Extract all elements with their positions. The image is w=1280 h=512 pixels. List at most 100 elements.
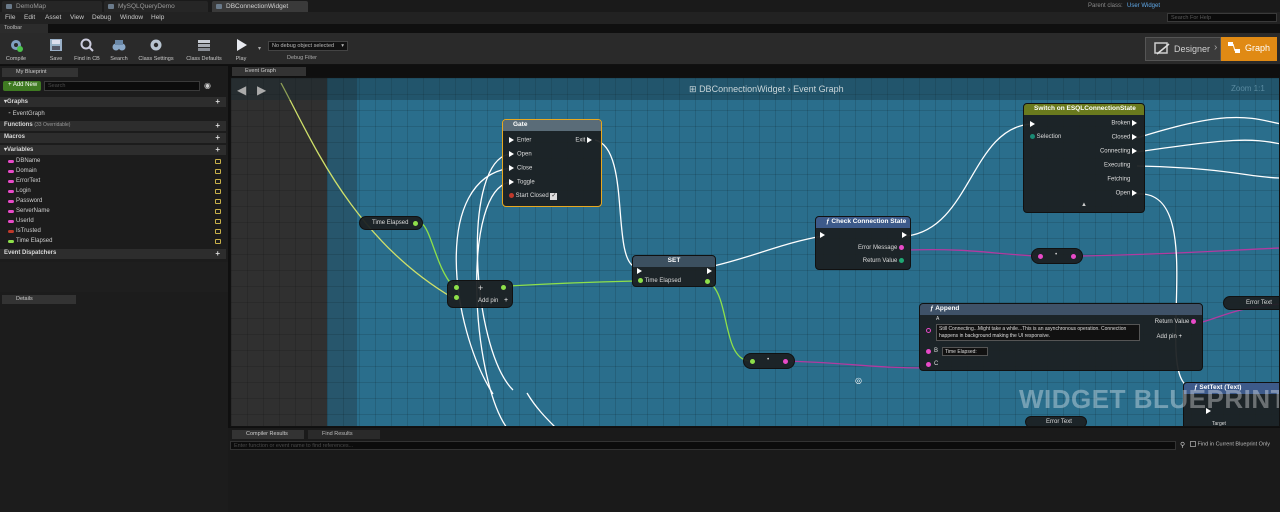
append-a-text-field[interactable]: Still Connecting...Might take a while...… bbox=[936, 324, 1140, 341]
check-connection-state-node[interactable]: ƒ Check Connection State Error Message R… bbox=[815, 216, 911, 270]
add-output-pin[interactable] bbox=[501, 285, 506, 290]
menu-window[interactable]: Window bbox=[120, 14, 143, 21]
add-input-a[interactable] bbox=[454, 285, 459, 290]
gate-pin-toggle[interactable]: Toggle bbox=[509, 179, 535, 186]
check-pin-return-value[interactable]: Return Value bbox=[863, 258, 904, 264]
variable-item[interactable]: Password bbox=[8, 197, 224, 207]
gate-pin-enter[interactable]: Enter bbox=[509, 137, 531, 144]
gate-pin-exit[interactable]: Exit bbox=[575, 137, 595, 144]
variable-item[interactable]: UserId bbox=[8, 217, 224, 227]
compiler-results-tab[interactable]: Compiler Results bbox=[232, 430, 304, 439]
gate-pin-start-closed[interactable]: Start Closed ✓ bbox=[509, 193, 558, 201]
doc-tab-mysqlquerydemo[interactable]: MySQLQueryDemo bbox=[104, 1, 208, 12]
graph-mode-button[interactable]: Graph bbox=[1221, 37, 1277, 61]
macros-section-header[interactable]: Macros + bbox=[0, 133, 226, 143]
append-pin-return-value[interactable]: Return Value bbox=[1155, 319, 1196, 325]
variable-visibility-eye-icon[interactable] bbox=[215, 159, 221, 164]
play-options-chevron-icon[interactable]: ▾ bbox=[258, 45, 261, 52]
menu-debug[interactable]: Debug bbox=[92, 14, 111, 21]
switch-out-executing[interactable]: Executing bbox=[1104, 162, 1140, 169]
switch-out-open[interactable]: Open bbox=[1116, 190, 1140, 197]
variable-visibility-eye-icon[interactable] bbox=[215, 219, 221, 224]
append-b-text-field[interactable]: Time Elapsed: bbox=[942, 347, 988, 356]
to-text-in[interactable] bbox=[750, 359, 755, 364]
time-elapsed-getter-node[interactable]: Time Elapsed bbox=[359, 216, 423, 230]
doc-tab-demomap[interactable]: DemoMap bbox=[2, 1, 102, 12]
debug-object-select[interactable]: No debug object selected ▾ bbox=[268, 41, 348, 51]
switch-out-fetching[interactable]: Fetching bbox=[1107, 176, 1140, 183]
switch-pin-selection[interactable]: Selection bbox=[1030, 134, 1061, 140]
to-text-conversion-node-top[interactable]: • bbox=[1031, 248, 1083, 264]
to-text-conversion-node[interactable]: • bbox=[743, 353, 795, 369]
menu-edit[interactable]: Edit bbox=[24, 14, 35, 21]
settext-pin-target[interactable]: Target bbox=[1212, 421, 1226, 426]
find-search-icon[interactable]: ⚲ bbox=[1180, 441, 1185, 449]
event-graph-canvas[interactable]: ◀ ▶ ⊞ DBConnectionWidget › Event Graph Z… bbox=[230, 77, 1280, 427]
event-dispatchers-section-header[interactable]: Event Dispatchers + bbox=[0, 249, 226, 259]
variable-visibility-eye-icon[interactable] bbox=[215, 169, 221, 174]
variables-section-header[interactable]: ▾Variables + bbox=[0, 145, 226, 155]
doc-tab-dbconnectionwidget[interactable]: DBConnectionWidget bbox=[212, 1, 308, 12]
designer-mode-button[interactable]: Designer › bbox=[1145, 37, 1221, 61]
variable-visibility-eye-icon[interactable] bbox=[215, 239, 221, 244]
breadcrumb-widget[interactable]: DBConnectionWidget bbox=[699, 84, 785, 94]
functions-section-header[interactable]: Functions (33 Overridable) + bbox=[0, 121, 226, 131]
variable-visibility-eye-icon[interactable] bbox=[215, 179, 221, 184]
variable-item[interactable]: IsTrusted bbox=[8, 227, 224, 237]
set-time-elapsed-node[interactable]: SET Time Elapsed bbox=[632, 255, 716, 287]
find-references-input[interactable]: Enter function or event name to find ref… bbox=[230, 441, 1176, 450]
switch-expand-arrow-icon[interactable]: ▲ bbox=[1081, 202, 1087, 208]
add-float-node[interactable]: + Add pin + bbox=[447, 280, 513, 308]
switch-out-closed[interactable]: Closed bbox=[1112, 134, 1140, 141]
add-variable-plus-icon[interactable]: + bbox=[215, 145, 220, 154]
view-options-eye-icon[interactable]: ◉ bbox=[204, 81, 211, 90]
forward-arrow-icon[interactable]: ▶ bbox=[257, 83, 266, 97]
append-pin-c[interactable] bbox=[926, 362, 931, 367]
menu-view[interactable]: View bbox=[70, 14, 84, 21]
add-dispatcher-plus-icon[interactable]: + bbox=[215, 249, 220, 258]
add-new-button[interactable]: + Add New bbox=[3, 81, 41, 91]
switch-exec-in[interactable] bbox=[1030, 121, 1035, 127]
error-text-getter-node-bottom[interactable]: Error Text bbox=[1025, 416, 1087, 426]
variable-item[interactable]: ErrorText bbox=[8, 177, 224, 187]
menu-asset[interactable]: Asset bbox=[45, 14, 61, 21]
breadcrumb-graph[interactable]: Event Graph bbox=[793, 84, 844, 94]
add-function-plus-icon[interactable]: + bbox=[215, 121, 220, 130]
append-node[interactable]: ƒ Append A Still Connecting...Might take… bbox=[919, 303, 1203, 371]
find-in-cb-button[interactable]: Find in CB bbox=[72, 35, 102, 64]
play-button[interactable]: Play bbox=[230, 35, 252, 64]
my-blueprint-tab[interactable]: My Blueprint bbox=[2, 68, 78, 77]
to-text-top-out[interactable] bbox=[1071, 254, 1076, 259]
check-pin-error-message[interactable]: Error Message bbox=[858, 245, 904, 251]
set-pin-time-elapsed[interactable]: Time Elapsed bbox=[638, 278, 681, 284]
graph-item-eventgraph[interactable]: ⁃ EventGraph bbox=[8, 109, 224, 119]
switch-out-connecting[interactable]: Connecting bbox=[1100, 148, 1140, 155]
check-exec-out[interactable] bbox=[902, 232, 907, 238]
variable-item[interactable]: Time Elapsed bbox=[8, 237, 224, 247]
blueprint-search-input[interactable]: Search bbox=[44, 81, 200, 91]
variable-visibility-eye-icon[interactable] bbox=[215, 209, 221, 214]
set-exec-out[interactable] bbox=[707, 268, 712, 274]
event-graph-tab[interactable]: Event Graph bbox=[232, 67, 306, 76]
find-results-tab[interactable]: Find Results bbox=[308, 430, 380, 439]
start-closed-checkbox[interactable]: ✓ bbox=[550, 193, 558, 201]
find-in-current-blueprint-checkbox[interactable]: Find in Current Blueprint Only bbox=[1190, 441, 1270, 447]
append-add-pin[interactable]: Add pin + bbox=[1156, 334, 1182, 340]
help-search-input[interactable]: Search For Help bbox=[1167, 13, 1277, 22]
save-button[interactable]: Save bbox=[44, 35, 68, 64]
add-pin-label[interactable]: Add pin bbox=[478, 298, 498, 304]
add-input-b[interactable] bbox=[454, 295, 459, 300]
add-pin-plus-icon[interactable]: + bbox=[504, 297, 508, 304]
switch-on-connection-state-node[interactable]: Switch on ESQLConnectionState Selection … bbox=[1023, 103, 1145, 213]
variable-item[interactable]: ServerName bbox=[8, 207, 224, 217]
back-arrow-icon[interactable]: ◀ bbox=[237, 83, 246, 97]
search-button[interactable]: Search bbox=[106, 35, 132, 64]
set-output-pin[interactable] bbox=[705, 279, 710, 284]
append-pin-a[interactable] bbox=[926, 328, 931, 333]
error-text-getter-node[interactable]: Error Text bbox=[1223, 296, 1279, 310]
class-settings-button[interactable]: Class Settings bbox=[136, 35, 176, 64]
add-graph-plus-icon[interactable]: + bbox=[215, 97, 220, 106]
gate-pin-open[interactable]: Open bbox=[509, 151, 532, 158]
variable-visibility-eye-icon[interactable] bbox=[215, 189, 221, 194]
details-tab[interactable]: Details bbox=[2, 295, 76, 304]
